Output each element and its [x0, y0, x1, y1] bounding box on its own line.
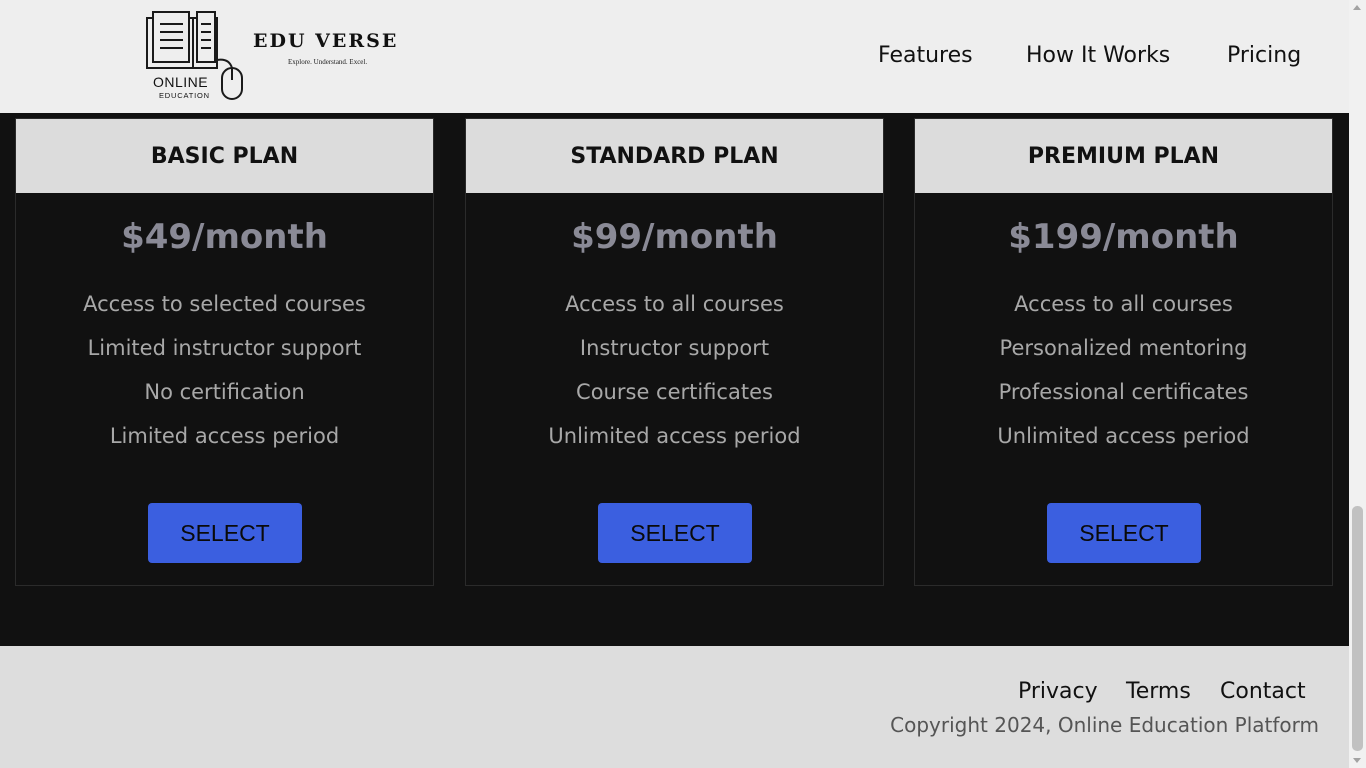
select-standard-button[interactable]: SELECT [598, 503, 752, 563]
nav-how-it-works[interactable]: How It Works [1026, 43, 1170, 68]
plan-price: $49/month [121, 217, 328, 257]
plan-feature: Personalized mentoring [999, 336, 1248, 360]
plan-feature: Course certificates [576, 380, 773, 404]
plan-feature: No certification [144, 380, 305, 404]
footer-link-terms[interactable]: Terms [1126, 679, 1191, 704]
nav-pricing[interactable]: Pricing [1227, 43, 1301, 68]
scroll-up-arrow-icon[interactable] [1353, 5, 1361, 10]
logo-text-education: EDUCATION [159, 91, 210, 100]
plan-feature: Unlimited access period [997, 424, 1250, 448]
plan-price: $199/month [1008, 217, 1239, 257]
plan-card-header: PREMIUM PLAN [915, 119, 1332, 193]
plan-title: PREMIUM PLAN [1027, 143, 1220, 169]
brand-tagline: Explore. Understand. Excel. [288, 58, 368, 66]
plan-card-header: BASIC PLAN [16, 119, 433, 193]
brand-name: EDU VERSE [253, 30, 399, 52]
select-premium-button[interactable]: SELECT [1047, 503, 1201, 563]
plan-price: $99/month [571, 217, 778, 257]
nav-features[interactable]: Features [878, 43, 973, 68]
page-scrollbar[interactable] [1349, 0, 1366, 768]
select-basic-button[interactable]: SELECT [148, 503, 302, 563]
plan-feature: Limited instructor support [87, 336, 362, 360]
logo[interactable]: ONLINE EDUCATION EDU VERSE Explore. Unde… [143, 10, 413, 105]
plan-title: BASIC PLAN [150, 143, 299, 169]
site-footer: Privacy Terms Contact Copyright 2024, On… [0, 646, 1349, 768]
plan-feature: Access to all courses [565, 292, 784, 316]
plan-title: STANDARD PLAN [570, 143, 779, 169]
plan-card-standard: STANDARD PLAN $99/month Access to all co… [465, 118, 884, 586]
plan-card-header: STANDARD PLAN [466, 119, 883, 193]
site-header: ONLINE EDUCATION EDU VERSE Explore. Unde… [0, 0, 1349, 113]
plan-feature: Professional certificates [998, 380, 1249, 404]
footer-link-contact[interactable]: Contact [1220, 679, 1306, 704]
plan-card-premium: PREMIUM PLAN $199/month Access to all co… [914, 118, 1333, 586]
plan-feature: Access to selected courses [83, 292, 366, 316]
plan-card-basic: BASIC PLAN $49/month Access to selected … [15, 118, 434, 586]
plan-feature: Instructor support [579, 336, 770, 360]
logo-text-online: ONLINE [153, 74, 209, 90]
scroll-down-arrow-icon[interactable] [1353, 758, 1361, 763]
plan-feature: Limited access period [109, 424, 340, 448]
footer-link-privacy[interactable]: Privacy [1018, 679, 1098, 704]
plan-feature: Unlimited access period [548, 424, 801, 448]
scrollbar-thumb[interactable] [1352, 506, 1363, 751]
plan-feature: Access to all courses [1014, 292, 1233, 316]
copyright-text: Copyright 2024, Online Education Platfor… [890, 713, 1319, 737]
